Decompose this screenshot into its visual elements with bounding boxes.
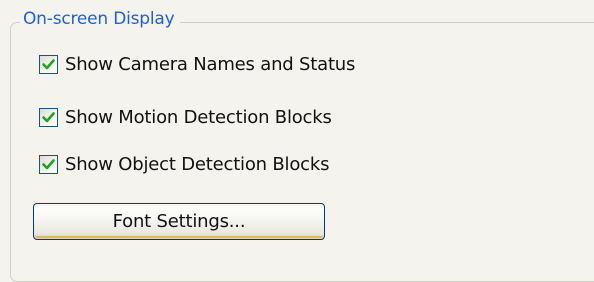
font-settings-button-label: Font Settings... [112,211,246,232]
checkmark-icon [42,112,55,123]
show-object-detection-label: Show Object Detection Blocks [65,154,330,175]
checkmark-icon [42,159,55,170]
show-camera-names-checkbox[interactable] [39,55,58,74]
groupbox-title: On-screen Display [20,7,181,31]
show-object-detection-option[interactable]: Show Object Detection Blocks [39,154,329,175]
font-settings-button[interactable]: Font Settings... [33,203,325,240]
show-motion-detection-checkbox[interactable] [39,108,58,127]
checkmark-icon [42,59,55,70]
show-object-detection-checkbox[interactable] [39,155,58,174]
show-camera-names-label: Show Camera Names and Status [65,54,356,75]
show-motion-detection-option[interactable]: Show Motion Detection Blocks [39,107,332,128]
show-camera-names-option[interactable]: Show Camera Names and Status [39,54,355,75]
show-motion-detection-label: Show Motion Detection Blocks [65,107,332,128]
